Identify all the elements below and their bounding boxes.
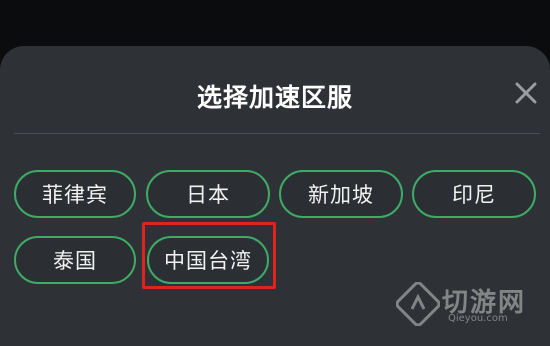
- server-option-indonesia[interactable]: 印尼: [412, 170, 536, 218]
- server-option-philippines[interactable]: 菲律宾: [14, 170, 136, 218]
- title-divider: [14, 133, 540, 134]
- server-option-japan[interactable]: 日本: [146, 170, 270, 218]
- watermark-logo-icon: [396, 282, 440, 326]
- close-icon: [515, 82, 537, 104]
- close-button[interactable]: [511, 78, 541, 108]
- watermark: 切游网 Qieyou.com: [396, 280, 544, 328]
- highlight-box: [142, 222, 276, 289]
- server-option-thailand[interactable]: 泰国: [14, 236, 136, 284]
- dialog-title: 选择加速区服: [196, 83, 353, 112]
- server-option-singapore[interactable]: 新加坡: [279, 170, 403, 218]
- watermark-domain: Qieyou.com: [448, 313, 508, 324]
